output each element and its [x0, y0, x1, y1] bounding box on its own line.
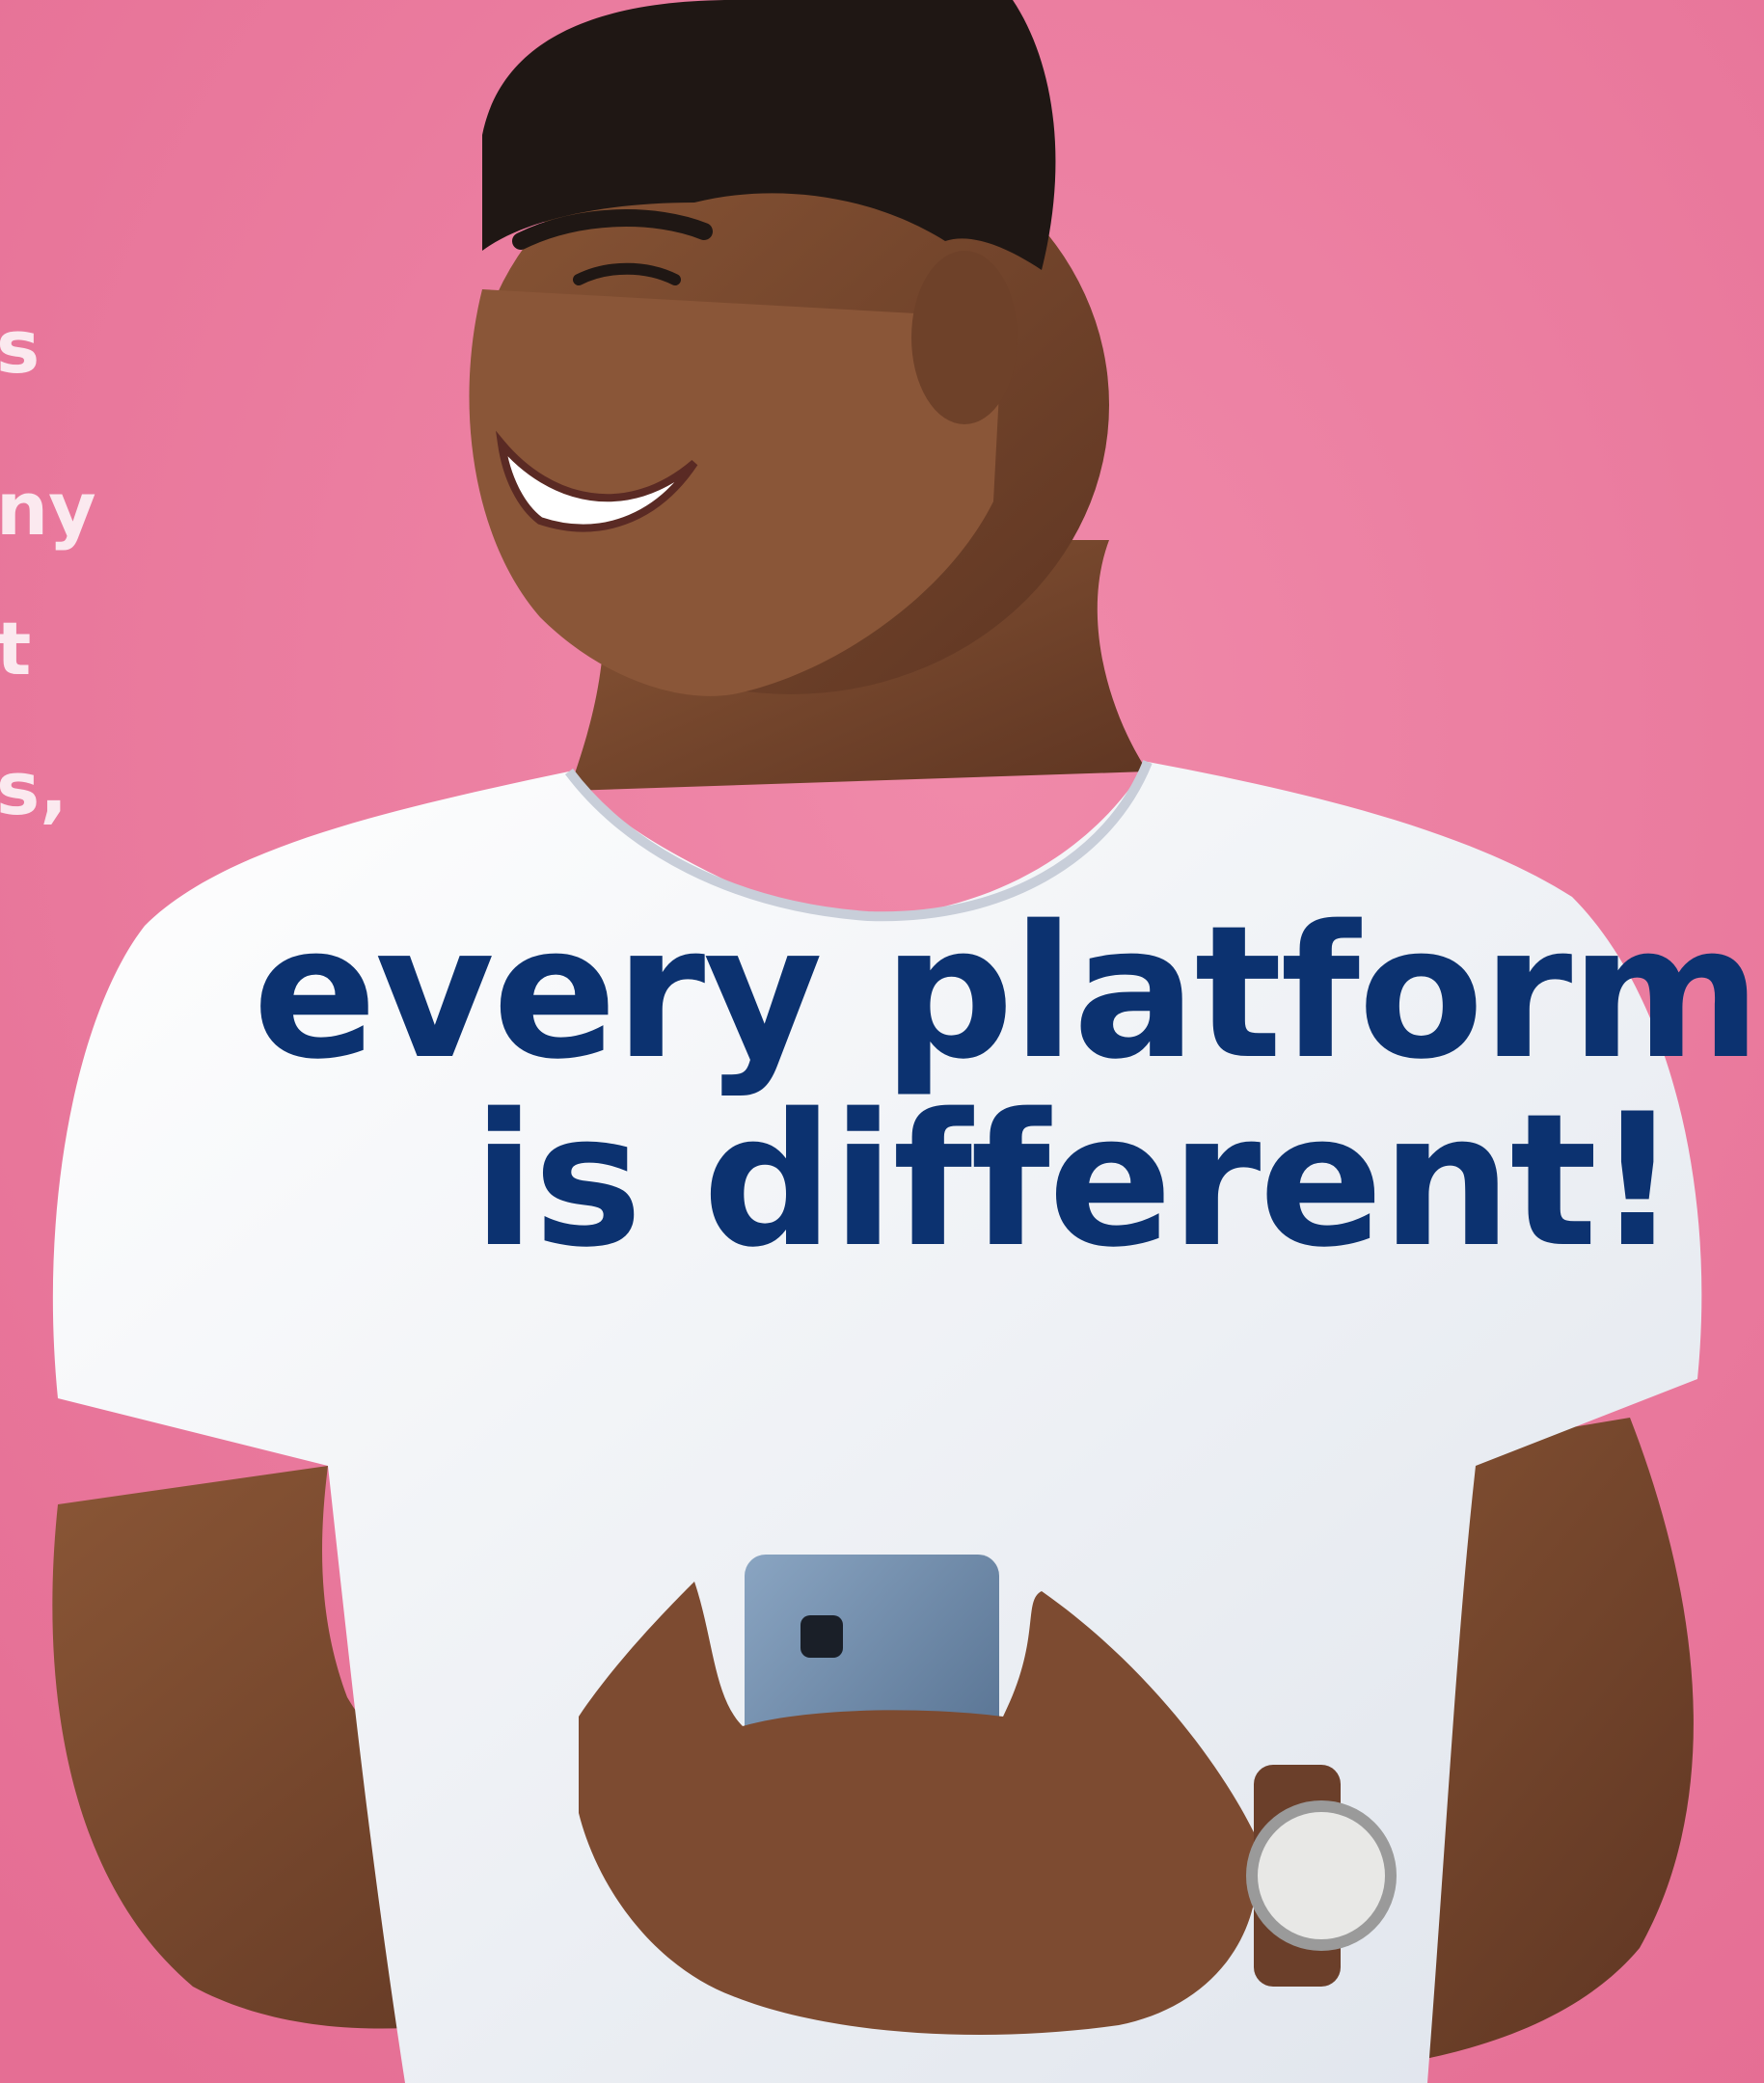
side-text-fragment-1: s [0, 304, 41, 390]
wristwatch [1246, 1800, 1397, 1951]
side-text-fragment-2: ny [0, 466, 96, 552]
headline-line-2: is different! [473, 1074, 1679, 1287]
side-text-fragment-3: t [0, 606, 32, 691]
phone-camera [801, 1615, 843, 1658]
side-text-fragment-4: s, [0, 745, 68, 831]
headline-line-1: every platform [253, 886, 1761, 1099]
ear [911, 251, 1018, 424]
